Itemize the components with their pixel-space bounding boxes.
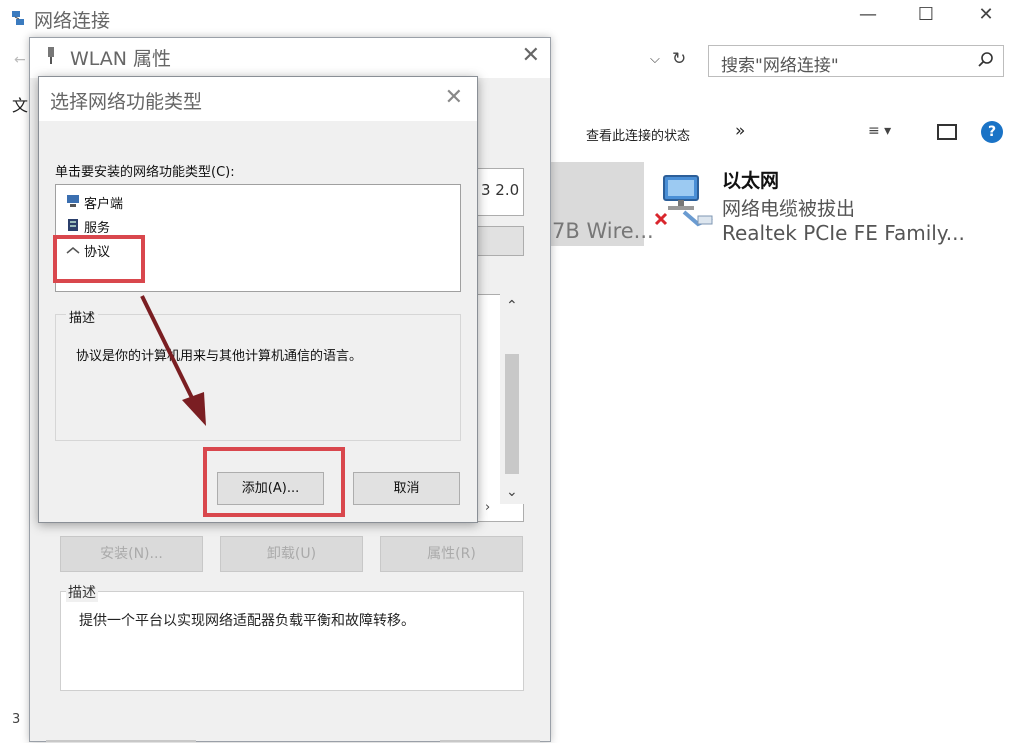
connect-using-field: 3 2.0 [472, 168, 524, 216]
adapter-name-fragment: 3 2.0 [481, 181, 520, 199]
uninstall-button[interactable]: 卸载(U) [220, 536, 363, 572]
client-icon [66, 194, 84, 212]
search-placeholder: 搜索"网络连接" [721, 56, 839, 76]
close-icon[interactable]: ✕ [522, 43, 540, 68]
description-text: 提供一个平台以实现网络适配器负载平衡和故障转移。 [79, 613, 415, 629]
close-button[interactable]: ✕ [966, 4, 1006, 25]
divider [46, 740, 196, 742]
configure-button[interactable] [472, 226, 524, 256]
list-item-label: 服务 [84, 221, 111, 236]
back-arrow-icon[interactable]: ← [14, 52, 26, 68]
scroll-down-icon[interactable]: ⌄ [506, 484, 518, 500]
minimize-button[interactable]: — [848, 4, 888, 25]
network-connections-icon [12, 11, 24, 25]
scroll-up-icon[interactable]: ⌃ [506, 298, 518, 314]
view-options-icon[interactable]: ≡ ▾ [868, 123, 891, 139]
highlight-box-protocol [53, 235, 145, 283]
description-box: 提供一个平台以实现网络适配器负载平衡和故障转移。 [60, 591, 524, 691]
scroll-thumb[interactable] [505, 354, 519, 474]
scroll-right-icon[interactable]: › [485, 500, 490, 515]
search-input[interactable]: 搜索"网络连接" [708, 45, 1004, 77]
adapter-icon [48, 47, 54, 64]
description-label: 描述 [66, 307, 99, 326]
instruction-label: 单击要安装的网络功能类型(C): [55, 165, 235, 180]
preview-pane-icon[interactable] [937, 124, 957, 140]
ethernet-status: 网络电缆被拔出 [722, 198, 856, 220]
cancel-button[interactable]: 取消 [353, 472, 460, 505]
more-chevron-icon[interactable]: » [735, 121, 745, 141]
ethernet-adapter: Realtek PCIe FE Family... [722, 221, 965, 245]
install-button[interactable]: 安装(N)... [60, 536, 203, 572]
maximize-button[interactable]: ☐ [906, 4, 946, 25]
search-icon[interactable] [977, 51, 995, 69]
list-item-client[interactable]: 客户端 [66, 193, 123, 215]
properties-button[interactable]: 属性(R) [380, 536, 523, 572]
menu-file[interactable]: 文 [12, 92, 28, 116]
highlight-box-add [203, 447, 345, 517]
help-icon[interactable]: ? [981, 121, 1003, 143]
status-bar-count: 3 [12, 712, 21, 727]
service-icon [66, 218, 84, 236]
select-dialog-titlebar: 选择网络功能类型 ✕ [39, 77, 477, 121]
select-dialog-title: 选择网络功能类型 [50, 91, 203, 113]
wlan-adapter-fragment: 7B Wire... [552, 219, 654, 243]
wlan-title: WLAN 属性 [70, 48, 172, 70]
description-group: 描述 协议是你的计算机用来与其他计算机通信的语言。 [55, 307, 461, 441]
scrollbar[interactable]: ⌃ ⌄ [500, 294, 524, 504]
ethernet-disconnected-icon[interactable] [654, 172, 716, 234]
divider [440, 740, 540, 742]
view-connection-status-button[interactable]: 查看此连接的状态 [586, 125, 690, 144]
description-text: 协议是你的计算机用来与其他计算机通信的语言。 [76, 349, 363, 364]
description-label: 描述 [66, 582, 98, 602]
close-icon[interactable]: ✕ [445, 85, 463, 110]
address-dropdown-icon[interactable]: ⌵ [650, 52, 660, 67]
wlan-titlebar: WLAN 属性 ✕ [30, 38, 550, 78]
ethernet-name[interactable]: 以太网 [722, 166, 779, 193]
list-item-label: 客户端 [84, 197, 124, 212]
refresh-icon[interactable]: ↻ [672, 49, 686, 69]
window-title: 网络连接 [34, 10, 111, 32]
